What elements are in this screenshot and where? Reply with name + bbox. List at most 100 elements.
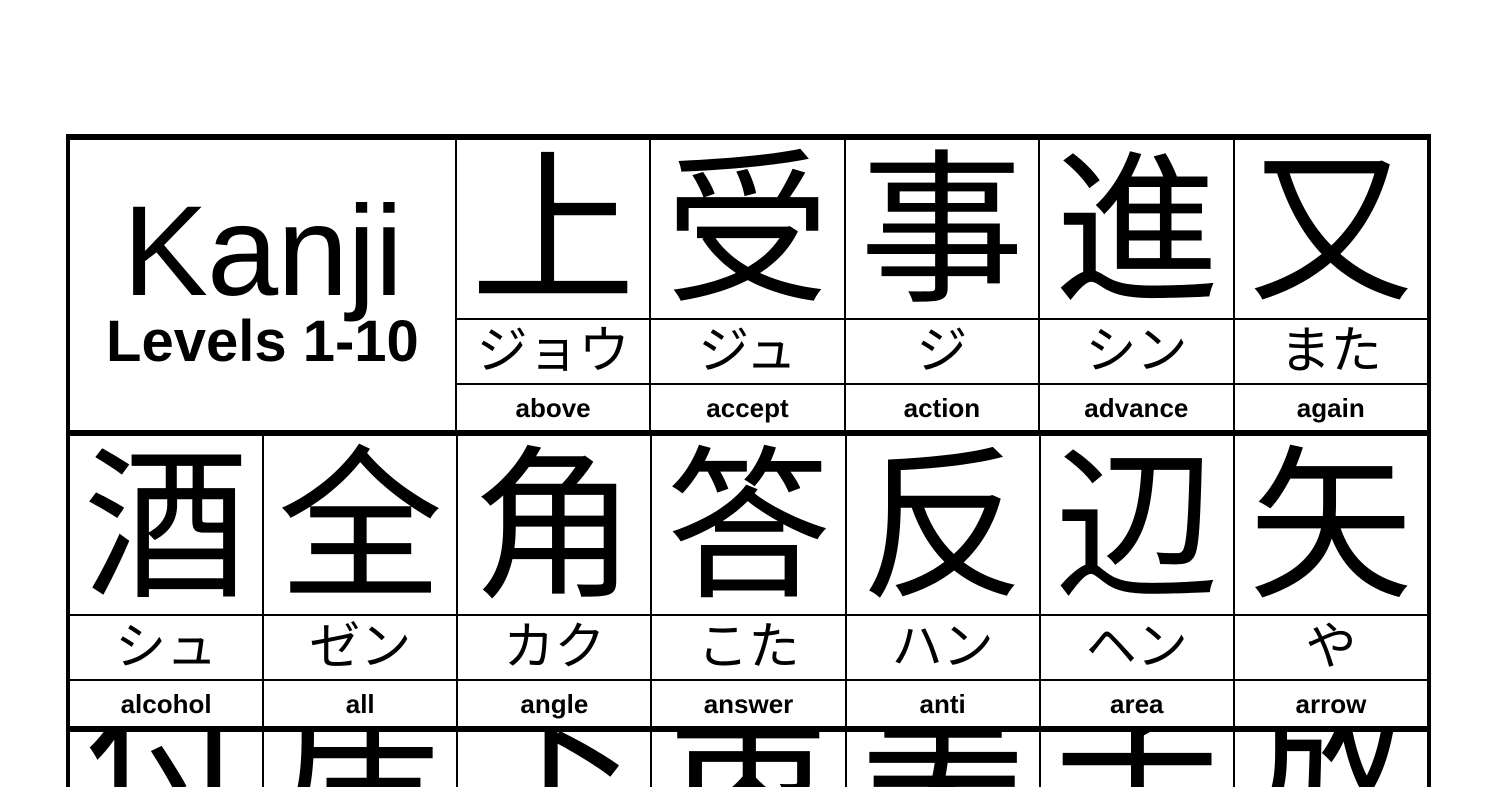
- kanji-glyph-cell: 美: [847, 732, 1039, 787]
- kanji-card[interactable]: 全ゼン all: [262, 436, 457, 726]
- kanji-reading-cell: ジュ: [651, 318, 844, 383]
- kanji-reading-cell: シュ: [70, 614, 263, 679]
- chart-subtitle: Levels 1-10: [106, 308, 419, 374]
- chart-title: Kanji: [122, 180, 404, 324]
- kanji-glyph: 答: [665, 436, 831, 614]
- kanji-meaning-cell: anti: [846, 679, 1039, 726]
- kanji-reading-cell: また: [1234, 318, 1427, 383]
- kanji-meaning: alcohol: [120, 688, 212, 719]
- kanji-glyph: 矢: [1248, 436, 1414, 614]
- kanji-meaning-cell: arrow: [1234, 679, 1427, 726]
- chart-title-cell: Kanji Levels 1-10: [70, 140, 455, 430]
- kanji-meaning-cell: again: [1234, 383, 1427, 430]
- kanji-meaning: area: [1110, 688, 1164, 719]
- kanji-chart-sheet: Kanji Levels 1-10 上ジョウ above 受ジュ accept 事ジ acti…: [0, 0, 1500, 787]
- kanji-card[interactable]: 付: [70, 732, 263, 787]
- kanji-card[interactable]: 進シン advance: [1038, 140, 1233, 430]
- kanji-glyph: 全: [277, 436, 443, 614]
- kanji-reading: シン: [1085, 322, 1188, 381]
- kanji-meaning: angle: [520, 688, 589, 719]
- kanji-card[interactable]: 酒シュ alcohol: [70, 436, 263, 726]
- kanji-meaning: all: [345, 688, 375, 719]
- kanji-reading-cell: カク: [458, 614, 651, 679]
- kanji-card[interactable]: 放: [1232, 732, 1427, 787]
- kanji-glyph-cell: 全: [264, 436, 456, 614]
- kanji-glyph: 角: [471, 436, 637, 614]
- kanji-reading: ヘン: [1085, 618, 1188, 677]
- kanji-glyph: 反: [860, 436, 1026, 614]
- kanji-glyph: 美: [860, 732, 1025, 787]
- kanji-glyph-cell: 進: [1040, 140, 1232, 318]
- kanji-card[interactable]: 下: [456, 732, 651, 787]
- kanji-meaning: accept: [706, 392, 789, 423]
- kanji-meaning-cell: action: [845, 383, 1039, 430]
- kanji-meaning: anti: [919, 688, 966, 719]
- kanji-reading-cell: ゼン: [264, 614, 457, 679]
- kanji-meaning-cell: accept: [651, 383, 844, 430]
- kanji-card[interactable]: 策: [650, 732, 845, 787]
- kanji-glyph-cell: 上: [457, 140, 649, 318]
- kanji-reading: カク: [503, 618, 606, 677]
- kanji-glyph: 進: [1053, 140, 1219, 318]
- kanji-glyph: 策: [666, 732, 831, 787]
- kanji-meaning: above: [515, 392, 591, 423]
- kanji-reading: ハン: [891, 618, 994, 677]
- kanji-meaning-cell: above: [456, 383, 650, 430]
- kanji-row: 付居下策美子放: [70, 732, 1427, 787]
- kanji-card[interactable]: 受ジュ accept: [649, 140, 844, 430]
- kanji-card[interactable]: 事ジ action: [843, 140, 1039, 430]
- kanji-glyph: 酒: [83, 436, 249, 614]
- kanji-meaning-cell: alcohol: [70, 679, 263, 726]
- kanji-meaning-cell: all: [264, 679, 457, 726]
- kanji-glyph: 下: [472, 732, 637, 787]
- kanji-glyph-cell: 又: [1235, 140, 1427, 318]
- kanji-glyph-cell: 下: [458, 732, 650, 787]
- kanji-reading: ジュ: [698, 322, 797, 381]
- kanji-reading: こた: [697, 618, 800, 677]
- kanji-card[interactable]: 居: [262, 732, 457, 787]
- kanji-reading-cell: や: [1234, 614, 1427, 679]
- kanji-reading-cell: シン: [1040, 318, 1233, 383]
- kanji-meaning-cell: angle: [458, 679, 651, 726]
- kanji-reading: シュ: [115, 618, 218, 677]
- kanji-card[interactable]: 子: [1038, 732, 1233, 787]
- kanji-meaning: arrow: [1295, 688, 1367, 719]
- kanji-meaning: advance: [1084, 392, 1189, 423]
- kanji-glyph: 辺: [1054, 436, 1220, 614]
- kanji-glyph: 受: [664, 140, 830, 318]
- kanji-glyph-cell: 子: [1041, 732, 1233, 787]
- kanji-reading: また: [1279, 322, 1382, 381]
- kanji-meaning: action: [903, 392, 981, 423]
- kanji-reading: ゼン: [309, 618, 412, 677]
- kanji-glyph-cell: 矢: [1235, 436, 1427, 614]
- kanji-glyph: 事: [859, 140, 1025, 318]
- kanji-glyph-cell: 辺: [1041, 436, 1233, 614]
- kanji-card[interactable]: 答こた answer: [650, 436, 845, 726]
- kanji-glyph-cell: 居: [264, 732, 456, 787]
- kanji-meaning-cell: area: [1040, 679, 1233, 726]
- kanji-card[interactable]: 又また again: [1232, 140, 1427, 430]
- kanji-glyph: 居: [278, 732, 443, 787]
- kanji-glyph-cell: 反: [847, 436, 1039, 614]
- kanji-card[interactable]: 辺ヘン area: [1038, 436, 1233, 726]
- kanji-reading-cell: ジョウ: [456, 318, 650, 383]
- kanji-glyph: 付: [84, 732, 249, 787]
- kanji-glyph-cell: 酒: [70, 436, 262, 614]
- kanji-row: Kanji Levels 1-10 上ジョウ above 受ジュ accept 事ジ acti…: [70, 140, 1427, 436]
- kanji-glyph-cell: 答: [652, 436, 844, 614]
- kanji-meaning: again: [1296, 392, 1365, 423]
- kanji-card[interactable]: 反ハン anti: [844, 436, 1039, 726]
- kanji-card[interactable]: 美: [844, 732, 1039, 787]
- kanji-card[interactable]: 矢や arrow: [1232, 436, 1427, 726]
- kanji-reading-cell: ハン: [846, 614, 1039, 679]
- kanji-card[interactable]: 上ジョウ above: [454, 140, 650, 430]
- kanji-glyph-cell: 策: [652, 732, 844, 787]
- kanji-row: 酒シュ alcohol 全ゼン all 角カク angle 答こた answer 反ハン anti…: [70, 436, 1427, 732]
- kanji-card[interactable]: 角カク angle: [456, 436, 651, 726]
- kanji-reading-cell: こた: [652, 614, 845, 679]
- kanji-reading-cell: ジ: [845, 318, 1039, 383]
- kanji-meaning: answer: [703, 688, 794, 719]
- kanji-grid: Kanji Levels 1-10 上ジョウ above 受ジュ accept 事ジ acti…: [66, 134, 1431, 787]
- kanji-glyph: 又: [1248, 140, 1414, 318]
- kanji-glyph-cell: 付: [70, 732, 262, 787]
